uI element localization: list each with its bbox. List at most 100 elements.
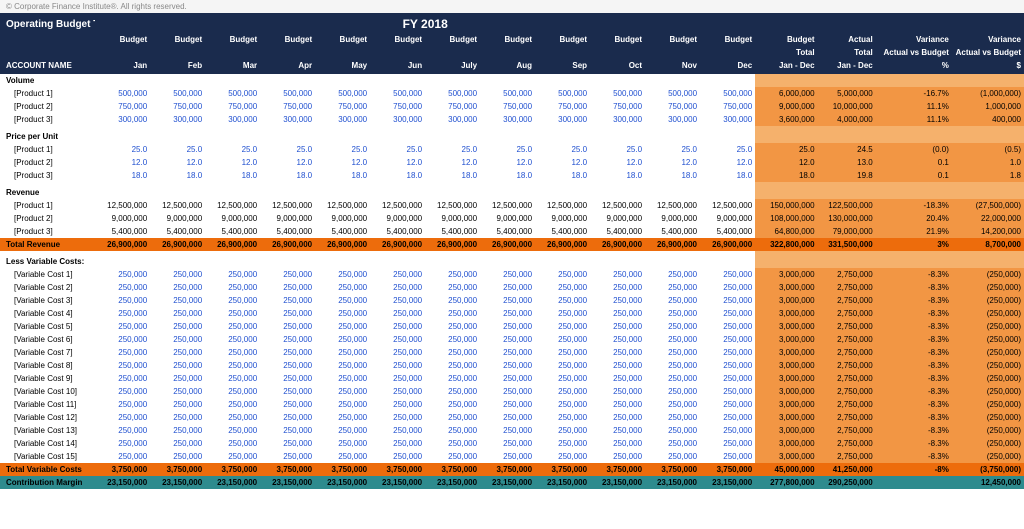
cell-value: 23,150,000 [535,476,590,489]
cell-value: 250,000 [370,424,425,437]
cell-value: 500,000 [700,87,755,100]
cell-vardol: (250,000) [952,333,1024,346]
section-label: Revenue [0,186,95,199]
cell-value: 250,000 [205,307,260,320]
cell-value: 250,000 [370,385,425,398]
cell-value: 250,000 [205,359,260,372]
row-label: [Product 3] [0,113,95,126]
cell-value: 250,000 [480,437,535,450]
cell-value: 250,000 [645,398,700,411]
col-var: Variance [880,33,952,46]
cell-value: 250,000 [645,346,700,359]
cell-value: 3,750,000 [95,463,150,476]
cell-vardol: 22,000,000 [952,212,1024,225]
cell-value: 5,400,000 [205,225,260,238]
cell-varpct: -8.3% [880,385,952,398]
row-label: [Variable Cost 6] [0,333,95,346]
cell-value: 12.0 [315,156,370,169]
cell-vardol: (250,000) [952,385,1024,398]
col-month: July [425,59,480,74]
col-budget: Budget [205,33,260,46]
cell-value: 750,000 [535,100,590,113]
cell-value: 3,750,000 [645,463,700,476]
row-label: [Variable Cost 7] [0,346,95,359]
total-label: Total Variable Costs [0,463,95,476]
cell-value: 250,000 [260,385,315,398]
cell-value: 250,000 [425,268,480,281]
cell-vardol: (250,000) [952,450,1024,463]
cell-value: 250,000 [700,398,755,411]
cell-value: 12.0 [150,156,205,169]
cell-value: 3,750,000 [315,463,370,476]
cell-value: 250,000 [645,333,700,346]
cell-atotal: 2,750,000 [818,307,876,320]
cell-value: 3,750,000 [260,463,315,476]
row-label: [Variable Cost 2] [0,281,95,294]
cell-value: 250,000 [645,294,700,307]
cell-value: 18.0 [535,169,590,182]
cell-vardol: 1.0 [952,156,1024,169]
cell-value: 26,900,000 [205,238,260,251]
cell-value: 250,000 [535,398,590,411]
cell-value: 250,000 [205,450,260,463]
cell-value: 250,000 [590,398,645,411]
cell-value: 250,000 [315,385,370,398]
col-month: Aug [480,59,535,74]
row-label: [Variable Cost 3] [0,294,95,307]
cell-value: 250,000 [645,307,700,320]
cell-value: 500,000 [150,87,205,100]
cell-value: 23,150,000 [700,476,755,489]
cell-value: 250,000 [205,346,260,359]
cell-value: 250,000 [480,346,535,359]
cell-value: 12,500,000 [535,199,590,212]
cell-value: 250,000 [370,307,425,320]
cell-value: 250,000 [535,385,590,398]
cell-value: 18.0 [150,169,205,182]
cell-value: 250,000 [150,359,205,372]
cell-value: 23,150,000 [205,476,260,489]
row-label: [Variable Cost 5] [0,320,95,333]
section-label: Price per Unit [0,130,95,143]
cell-varpct: 21.9% [880,225,952,238]
cell-value: 5,400,000 [535,225,590,238]
cell-vardol: (250,000) [952,307,1024,320]
cell-value: 250,000 [150,320,205,333]
cell-btotal: 3,000,000 [759,346,817,359]
cell-value: 250,000 [150,268,205,281]
cell-btotal: 9,000,000 [759,100,817,113]
cell-value: 250,000 [480,372,535,385]
cell-value: 250,000 [590,385,645,398]
cell-value: 250,000 [150,437,205,450]
cell-value: 250,000 [315,268,370,281]
cell-value: 250,000 [645,268,700,281]
cell-value: 250,000 [425,294,480,307]
cell-value: 12.0 [535,156,590,169]
cell-value: 250,000 [480,268,535,281]
cell-atotal: 2,750,000 [818,294,876,307]
col-month: Apr [260,59,315,74]
row-label: [Product 2] [0,212,95,225]
col-month: Oct [590,59,645,74]
cell-value: 250,000 [150,450,205,463]
cell-varpct: -8.3% [880,307,952,320]
cell-atotal: 2,750,000 [818,346,876,359]
cell-value: 12,500,000 [590,199,645,212]
cell-value: 9,000,000 [535,212,590,225]
cell-value: 250,000 [205,424,260,437]
col-month: Jan [95,59,150,74]
cell-value: 250,000 [590,307,645,320]
cell-value: 3,750,000 [535,463,590,476]
cell-value: 250,000 [205,294,260,307]
cell-value: 250,000 [150,385,205,398]
cell-value: 250,000 [535,450,590,463]
cell-value: 250,000 [315,359,370,372]
cell-value: 3,750,000 [150,463,205,476]
cell-value: 250,000 [95,281,150,294]
cell-value: 250,000 [425,307,480,320]
col-budget: Budget [370,33,425,46]
cell-value: 250,000 [425,437,480,450]
cell-value: 300,000 [205,113,260,126]
cell-value: 9,000,000 [260,212,315,225]
cell-value: 250,000 [480,281,535,294]
cell-vardol: (27,500,000) [952,199,1024,212]
